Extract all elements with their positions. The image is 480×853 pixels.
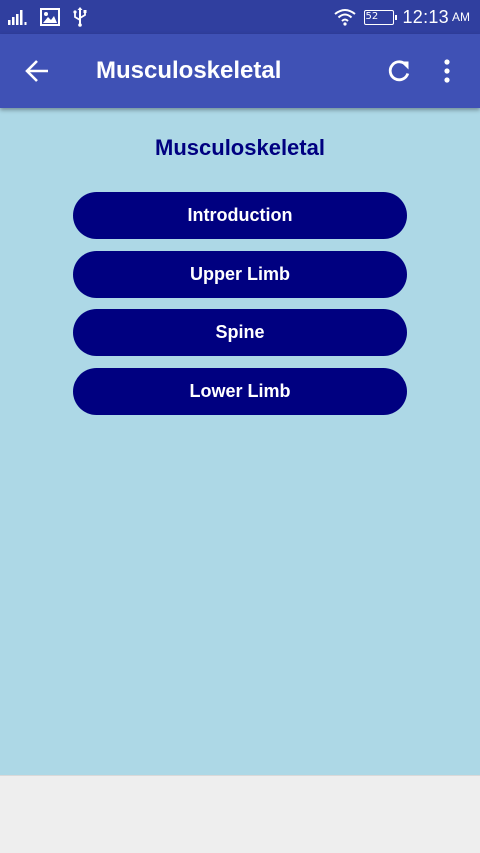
lower-limb-button[interactable]: Lower Limb — [73, 368, 407, 415]
usb-icon — [72, 7, 88, 27]
page-heading: Musculoskeletal — [155, 135, 325, 160]
image-icon — [40, 8, 60, 26]
status-right-icons: 52 12:13 AM — [326, 5, 470, 29]
content-area: Musculoskeletal Introduction Upper Limb … — [0, 108, 480, 775]
clock-time: 12:13 — [402, 6, 449, 27]
status-left-icons — [8, 6, 100, 28]
refresh-icon[interactable] — [386, 58, 412, 84]
more-vert-icon[interactable] — [436, 58, 458, 84]
bottom-area — [0, 775, 480, 853]
introduction-button[interactable]: Introduction — [73, 192, 407, 239]
clock-ampm: AM — [452, 10, 470, 24]
battery-icon: 52 — [364, 9, 398, 25]
status-bar: 52 12:13 AM — [0, 0, 480, 34]
upper-limb-button[interactable]: Upper Limb — [73, 251, 407, 298]
app-bar: Musculoskeletal — [0, 34, 480, 108]
clock: 12:13 AM — [402, 7, 470, 28]
app-title: Musculoskeletal — [96, 57, 282, 84]
wifi-icon — [334, 8, 357, 26]
back-arrow-icon[interactable] — [24, 59, 50, 83]
spine-button[interactable]: Spine — [73, 309, 407, 356]
signal-icon — [8, 9, 28, 25]
